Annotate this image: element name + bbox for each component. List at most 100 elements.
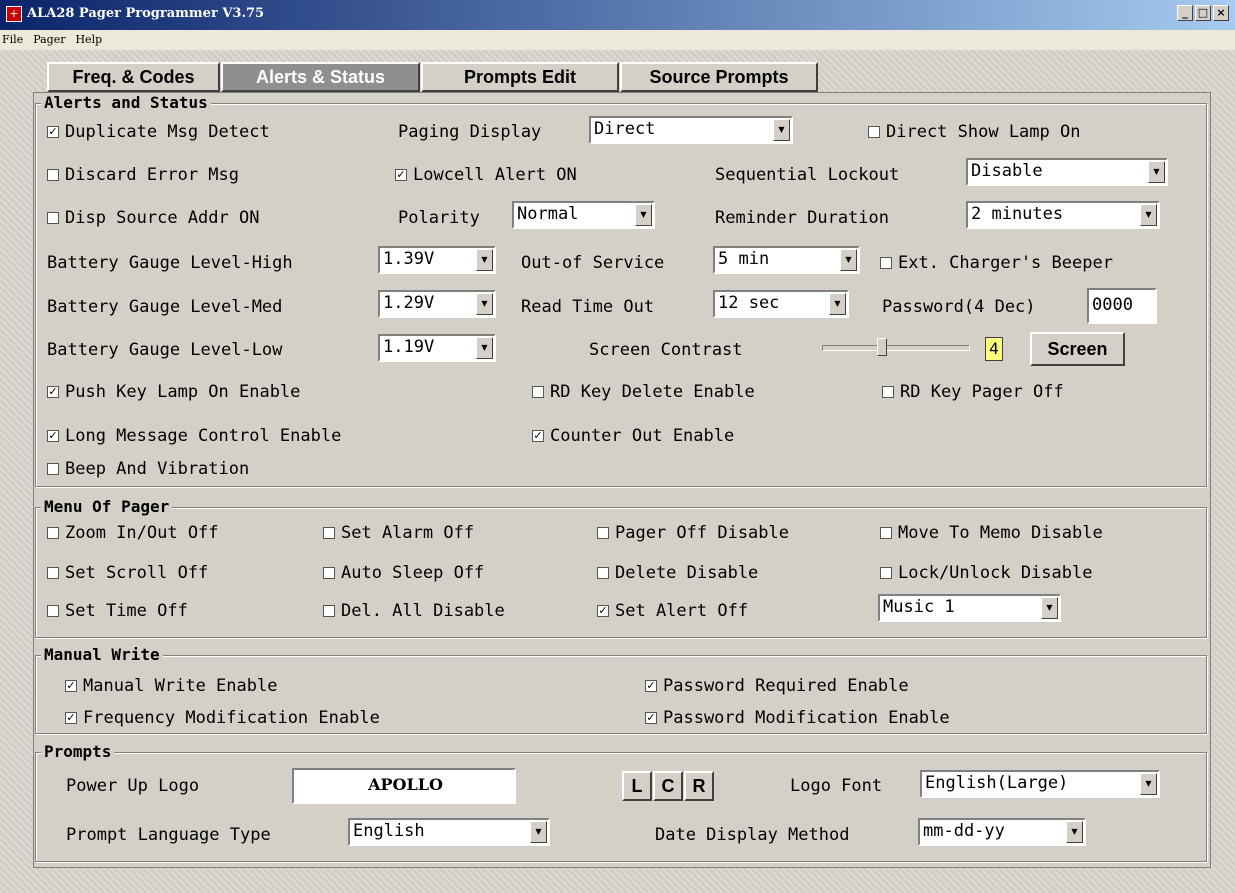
battery-high-select[interactable]: 1.39V ▼ [378,246,496,274]
checkbox-box[interactable] [323,605,335,617]
tab-source-prompts[interactable]: Source Prompts [620,62,818,92]
checkbox-box[interactable] [47,567,59,579]
set-alarm-checkbox[interactable]: Set Alarm Off [323,523,474,543]
battery-med-select[interactable]: 1.29V ▼ [378,290,496,318]
checkbox-box[interactable]: ✓ [65,680,77,692]
duplicate-msg-checkbox[interactable]: ✓ Duplicate Msg Detect [47,122,270,142]
checkbox-box[interactable] [47,463,59,475]
checkbox-box[interactable] [323,567,335,579]
reminder-duration-select[interactable]: 2 minutes ▼ [966,201,1160,229]
rd-key-delete-checkbox[interactable]: RD Key Delete Enable [532,382,755,402]
chevron-down-icon[interactable]: ▼ [1148,161,1165,183]
chevron-down-icon[interactable]: ▼ [773,119,790,141]
menu-pager[interactable]: Pager [33,30,65,50]
checkbox-box[interactable] [47,605,59,617]
delete-disable-checkbox[interactable]: Delete Disable [597,563,758,583]
checkbox-box[interactable]: ✓ [65,712,77,724]
move-memo-checkbox[interactable]: Move To Memo Disable [880,523,1103,543]
checkbox-box[interactable]: ✓ [532,430,544,442]
out-of-service-select[interactable]: 5 min ▼ [713,246,860,274]
checkbox-box[interactable] [880,527,892,539]
chevron-down-icon[interactable]: ▼ [829,293,846,315]
paging-display-select[interactable]: Direct ▼ [589,116,793,144]
music-select[interactable]: Music 1 ▼ [878,594,1061,622]
read-timeout-select[interactable]: 12 sec ▼ [713,290,849,318]
pager-off-checkbox[interactable]: Pager Off Disable [597,523,789,543]
contrast-slider-track[interactable] [822,345,970,351]
push-key-lamp-checkbox[interactable]: ✓ Push Key Lamp On Enable [47,382,300,402]
chevron-down-icon[interactable]: ▼ [1041,597,1058,619]
checkbox-box[interactable] [323,527,335,539]
checkbox-box[interactable]: ✓ [645,712,657,724]
close-button[interactable]: × [1213,5,1229,21]
tab-prompts-edit[interactable]: Prompts Edit [421,62,619,92]
checkbox-box[interactable] [597,527,609,539]
chevron-down-icon[interactable]: ▼ [1140,204,1157,226]
checkbox-box[interactable] [47,527,59,539]
logo-font-select[interactable]: English(Large) ▼ [920,770,1160,798]
align-right-button[interactable]: R [684,771,714,801]
chevron-down-icon[interactable]: ▼ [635,204,652,226]
checkbox-box[interactable]: ✓ [597,605,609,617]
lowcell-alert-checkbox[interactable]: ✓ Lowcell Alert ON [395,165,577,185]
tab-freq-codes[interactable]: Freq. & Codes [47,62,220,92]
checkbox-box[interactable] [47,169,59,181]
menu-bar: File Pager Help [0,30,1235,50]
checkbox-box[interactable]: ✓ [395,169,407,181]
set-time-checkbox[interactable]: Set Time Off [47,601,188,621]
zoom-checkbox[interactable]: Zoom In/Out Off [47,523,219,543]
align-left-button[interactable]: L [622,771,652,801]
set-scroll-checkbox[interactable]: Set Scroll Off [47,563,208,583]
rd-key-pager-off-checkbox[interactable]: RD Key Pager Off [882,382,1064,402]
chevron-down-icon[interactable]: ▼ [530,821,547,843]
chevron-down-icon[interactable]: ▼ [476,249,493,271]
password-required-checkbox[interactable]: ✓ Password Required Enable [645,676,909,696]
checkbox-box[interactable]: ✓ [47,430,59,442]
chevron-down-icon[interactable]: ▼ [1140,773,1157,795]
date-display-select[interactable]: mm-dd-yy ▼ [918,818,1086,846]
checkbox-box[interactable] [880,257,892,269]
checkbox-box[interactable] [868,126,880,138]
chevron-down-icon[interactable]: ▼ [476,293,493,315]
menu-file[interactable]: File [2,30,23,50]
sequential-lockout-select[interactable]: Disable ▼ [966,158,1168,186]
beep-vibration-checkbox[interactable]: Beep And Vibration [47,459,249,479]
checkbox-box[interactable] [882,386,894,398]
menu-help[interactable]: Help [75,30,102,50]
auto-sleep-checkbox[interactable]: Auto Sleep Off [323,563,484,583]
password-input[interactable]: 0000 [1087,288,1157,324]
manual-write-enable-checkbox[interactable]: ✓ Manual Write Enable [65,676,277,696]
power-up-logo-label: Power Up Logo [66,776,200,796]
checkbox-box[interactable]: ✓ [47,126,59,138]
lock-unlock-checkbox[interactable]: Lock/Unlock Disable [880,563,1092,583]
maximize-button[interactable]: □ [1195,5,1211,21]
contrast-slider-thumb[interactable] [877,338,888,356]
disp-source-addr-checkbox[interactable]: Disp Source Addr ON [47,208,259,228]
power-up-logo-input[interactable]: APOLLO [292,768,516,804]
screen-button[interactable]: Screen [1030,332,1125,366]
prompt-language-select[interactable]: English ▼ [348,818,550,846]
checkbox-box[interactable]: ✓ [47,386,59,398]
checkbox-box[interactable] [880,567,892,579]
del-all-checkbox[interactable]: Del. All Disable [323,601,505,621]
counter-out-checkbox[interactable]: ✓ Counter Out Enable [532,426,734,446]
checkbox-box[interactable] [597,567,609,579]
align-center-button[interactable]: C [653,771,683,801]
minimize-button[interactable]: _ [1177,5,1193,21]
checkbox-box[interactable] [532,386,544,398]
frequency-modification-checkbox[interactable]: ✓ Frequency Modification Enable [65,708,380,728]
chevron-down-icon[interactable]: ▼ [840,249,857,271]
password-modification-checkbox[interactable]: ✓ Password Modification Enable [645,708,950,728]
ext-charger-beeper-checkbox[interactable]: Ext. Charger's Beeper [880,253,1113,273]
discard-error-checkbox[interactable]: Discard Error Msg [47,165,239,185]
chevron-down-icon[interactable]: ▼ [1066,821,1083,843]
chevron-down-icon[interactable]: ▼ [476,337,493,359]
set-alert-checkbox[interactable]: ✓ Set Alert Off [597,601,748,621]
tab-alerts-status[interactable]: Alerts & Status [221,62,420,92]
battery-low-select[interactable]: 1.19V ▼ [378,334,496,362]
long-message-checkbox[interactable]: ✓ Long Message Control Enable [47,426,341,446]
polarity-select[interactable]: Normal ▼ [512,201,655,229]
checkbox-box[interactable]: ✓ [645,680,657,692]
checkbox-box[interactable] [47,212,59,224]
direct-show-lamp-checkbox[interactable]: Direct Show Lamp On [868,122,1080,142]
